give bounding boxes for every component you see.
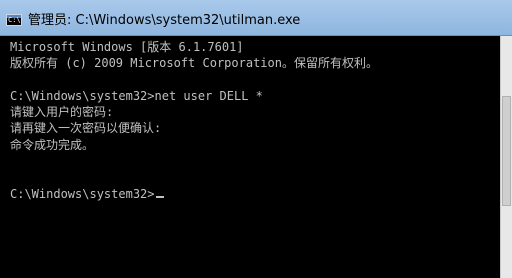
console-line: Microsoft Windows [版本 6.1.7601] — [10, 40, 244, 54]
window-title: 管理员: C:\Windows\system32\utilman.exe — [28, 13, 301, 28]
console-prompt-line[interactable]: C:\Windows\system32> — [10, 186, 500, 202]
text-cursor — [155, 195, 164, 198]
console-prompt: C:\Windows\system32> — [10, 186, 155, 201]
title-bar[interactable]: C:\ 管理员: C:\Windows\system32\utilman.exe — [0, 0, 512, 36]
vertical-scrollbar[interactable] — [500, 36, 512, 278]
console-line: 请再键入一次密码以便确认: — [10, 121, 162, 136]
console-window: C:\ 管理员: C:\Windows\system32\utilman.exe… — [0, 0, 512, 278]
cmd-icon[interactable]: C:\ — [6, 14, 22, 26]
console-line: 命令成功完成。 — [10, 137, 95, 152]
console-line: 请键入用户的密码: — [10, 105, 114, 120]
console-line: C:\Windows\system32>net user DELL * — [10, 88, 263, 103]
console-line: 版权所有 (c) 2009 Microsoft Corporation。保留所有… — [10, 56, 378, 71]
console-output[interactable]: Microsoft Windows [版本 6.1.7601] 版权所有 (c)… — [0, 36, 500, 278]
scrollbar-thumb[interactable] — [502, 96, 511, 206]
